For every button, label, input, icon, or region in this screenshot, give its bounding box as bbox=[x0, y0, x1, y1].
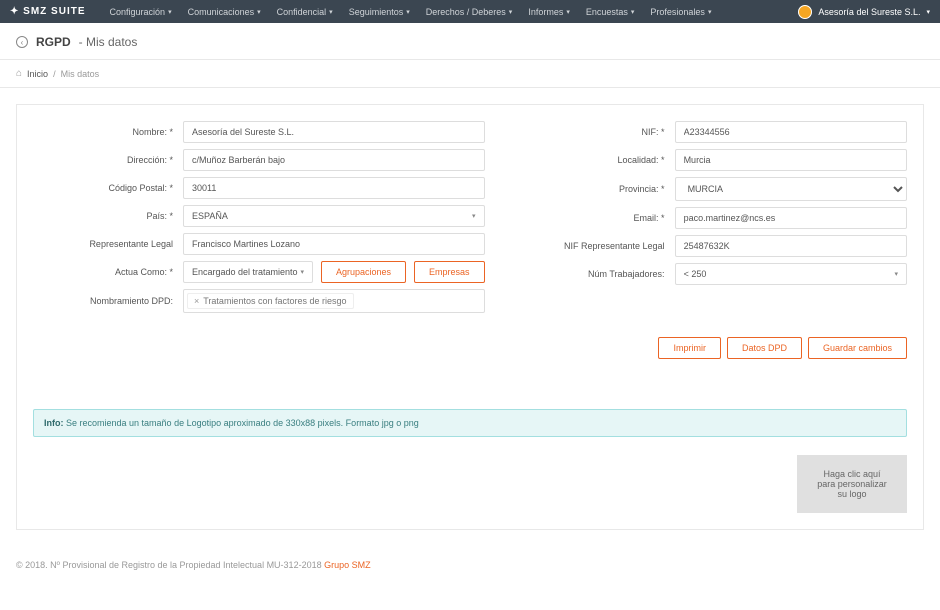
page-title-main: RGPD bbox=[36, 35, 71, 49]
info-text: Se recomienda un tamaño de Logotipo apro… bbox=[64, 418, 419, 428]
label-localidad: Localidad: * bbox=[525, 155, 675, 165]
breadcrumb-current: Mis datos bbox=[61, 69, 100, 79]
label-nif: NIF: * bbox=[525, 127, 675, 137]
home-icon[interactable]: ⌂ bbox=[16, 68, 22, 79]
datos-dpd-button[interactable]: Datos DPD bbox=[727, 337, 802, 359]
page-title-sub: - Mis datos bbox=[79, 35, 138, 49]
nav-derechos[interactable]: Derechos / Deberes▾ bbox=[426, 7, 513, 17]
form-panel: Nombre: * Dirección: * Código Postal: * … bbox=[16, 104, 924, 530]
brand-text: SMZ SUITE bbox=[23, 6, 85, 17]
app-header: ✦ SMZ SUITE Configuración▾ Comunicacione… bbox=[0, 0, 940, 23]
footer-text: © 2018. Nº Provisional de Registro de la… bbox=[16, 560, 324, 570]
chevron-down-icon: ▾ bbox=[926, 8, 930, 16]
input-nombre[interactable] bbox=[183, 121, 485, 143]
nav-encuestas[interactable]: Encuestas▾ bbox=[586, 7, 635, 17]
input-email[interactable] bbox=[675, 207, 907, 229]
info-box: Info: Se recomienda un tamaño de Logotip… bbox=[33, 409, 907, 437]
input-nif[interactable] bbox=[675, 121, 907, 143]
close-icon[interactable]: × bbox=[194, 296, 199, 306]
label-actua: Actua Como: * bbox=[33, 267, 183, 277]
chevron-down-icon: ▾ bbox=[406, 8, 410, 16]
breadcrumb: ⌂ Inicio / Mis datos bbox=[0, 60, 940, 88]
breadcrumb-sep: / bbox=[53, 69, 56, 79]
empresas-button[interactable]: Empresas bbox=[414, 261, 485, 283]
label-dpd: Nombramiento DPD: bbox=[33, 296, 183, 306]
select-pais[interactable]: ESPAÑA ▾ bbox=[183, 205, 485, 227]
nav-profesionales[interactable]: Profesionales▾ bbox=[650, 7, 711, 17]
imprimir-button[interactable]: Imprimir bbox=[658, 337, 721, 359]
back-icon[interactable]: ‹ bbox=[16, 36, 28, 48]
brand-logo: ✦ SMZ SUITE bbox=[10, 6, 86, 17]
dpd-tag[interactable]: × Tratamientos con factores de riesgo bbox=[187, 293, 354, 309]
input-nifrep[interactable] bbox=[675, 235, 907, 257]
chevron-down-icon: ▾ bbox=[168, 8, 172, 16]
chevron-down-icon: ▾ bbox=[708, 8, 712, 16]
nav-informes[interactable]: Informes▾ bbox=[528, 7, 570, 17]
breadcrumb-home[interactable]: Inicio bbox=[27, 69, 48, 79]
label-replegal: Representante Legal bbox=[33, 239, 183, 249]
select-ntrab-value: < 250 bbox=[684, 269, 707, 279]
chevron-down-icon: ▾ bbox=[300, 268, 304, 276]
input-dpd[interactable]: × Tratamientos con factores de riesgo bbox=[183, 289, 485, 313]
label-provincia: Provincia: * bbox=[525, 184, 675, 194]
nav-confidencial[interactable]: Confidencial▾ bbox=[277, 7, 333, 17]
chevron-down-icon: ▾ bbox=[894, 270, 898, 278]
nav-seguimientos[interactable]: Seguimientos▾ bbox=[349, 7, 410, 17]
input-direccion[interactable] bbox=[183, 149, 485, 171]
agrupaciones-button[interactable]: Agrupaciones bbox=[321, 261, 406, 283]
nav-configuracion[interactable]: Configuración▾ bbox=[110, 7, 172, 17]
input-localidad[interactable] bbox=[675, 149, 907, 171]
select-provincia[interactable]: MURCIA bbox=[675, 177, 907, 201]
select-actua[interactable]: Encargado del tratamiento ▾ bbox=[183, 261, 313, 283]
nav-comunicaciones[interactable]: Comunicaciones▾ bbox=[188, 7, 261, 17]
main-nav: Configuración▾ Comunicaciones▾ Confidenc… bbox=[110, 7, 712, 17]
chevron-down-icon: ▾ bbox=[566, 8, 570, 16]
chevron-down-icon: ▾ bbox=[472, 212, 476, 220]
label-direccion: Dirección: * bbox=[33, 155, 183, 165]
select-pais-value: ESPAÑA bbox=[192, 211, 228, 221]
input-cpostal[interactable] bbox=[183, 177, 485, 199]
label-ntrab: Núm Trabajadores: bbox=[525, 269, 675, 279]
footer-link[interactable]: Grupo SMZ bbox=[324, 560, 371, 570]
input-replegal[interactable] bbox=[183, 233, 485, 255]
label-pais: País: * bbox=[33, 211, 183, 221]
info-label: Info: bbox=[44, 418, 64, 428]
chevron-down-icon: ▾ bbox=[329, 8, 333, 16]
chevron-down-icon: ▾ bbox=[509, 8, 513, 16]
label-email: Email: * bbox=[525, 213, 675, 223]
label-cpostal: Código Postal: * bbox=[33, 183, 183, 193]
chevron-down-icon: ▾ bbox=[257, 8, 261, 16]
footer: © 2018. Nº Provisional de Registro de la… bbox=[0, 546, 940, 610]
chevron-down-icon: ▾ bbox=[631, 8, 635, 16]
form-actions: Imprimir Datos DPD Guardar cambios bbox=[33, 337, 907, 359]
page-header: ‹ RGPD - Mis datos bbox=[0, 23, 940, 60]
select-ntrab[interactable]: < 250 ▾ bbox=[675, 263, 907, 285]
label-nombre: Nombre: * bbox=[33, 127, 183, 137]
label-nifrep: NIF Representante Legal bbox=[525, 241, 675, 251]
user-menu[interactable]: Asesoría del Sureste S.L. ▾ bbox=[798, 5, 930, 19]
avatar bbox=[798, 5, 812, 19]
logo-upload-area[interactable]: Haga clic aquí para personalizar su logo bbox=[797, 455, 907, 513]
dpd-tag-label: Tratamientos con factores de riesgo bbox=[203, 296, 346, 306]
guardar-button[interactable]: Guardar cambios bbox=[808, 337, 907, 359]
select-actua-value: Encargado del tratamiento bbox=[192, 267, 298, 277]
user-name: Asesoría del Sureste S.L. bbox=[818, 7, 920, 17]
